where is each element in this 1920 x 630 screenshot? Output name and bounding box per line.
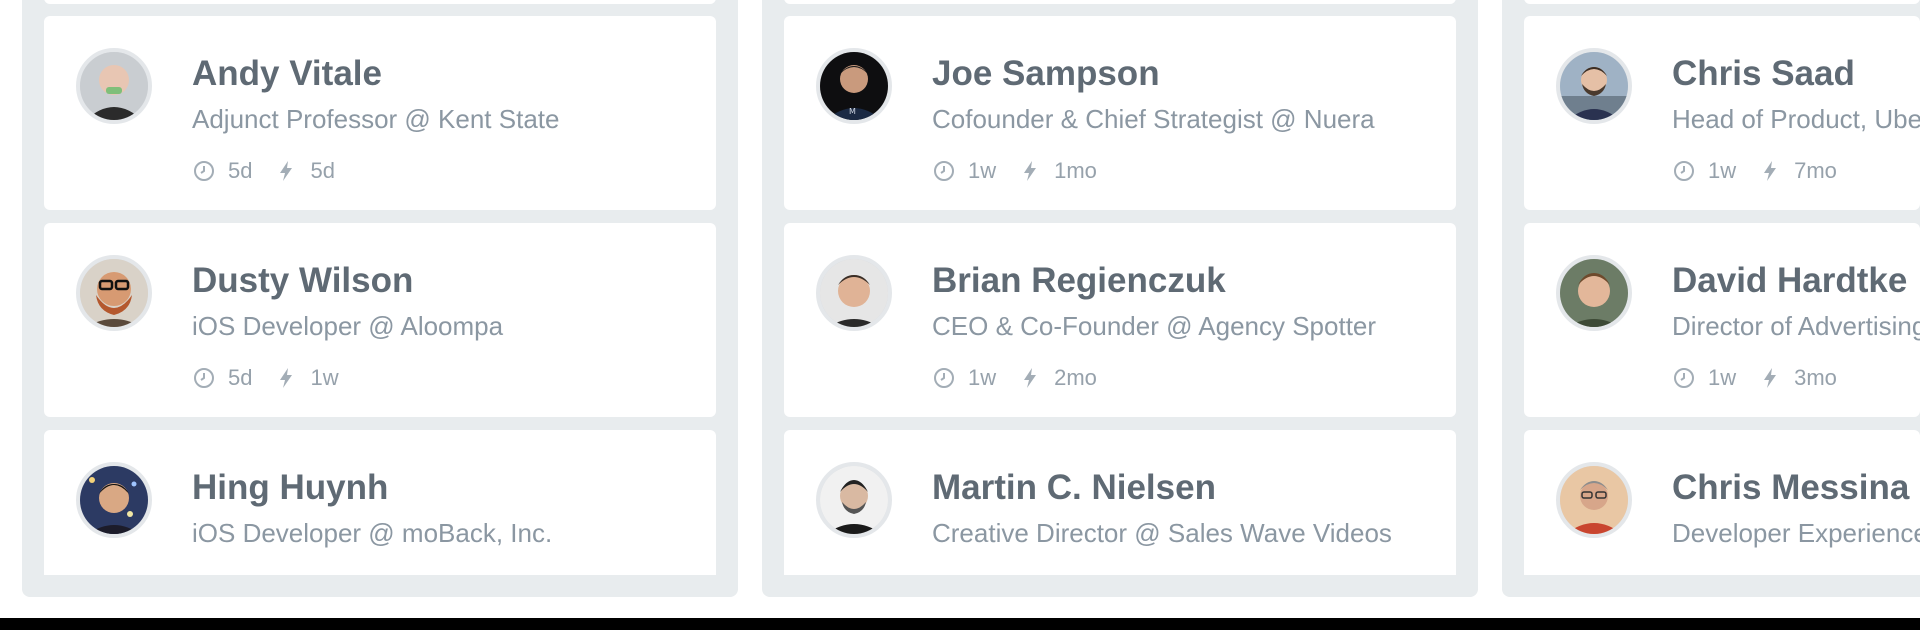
contact-title: Adjunct Professor @ Kent State	[192, 104, 560, 134]
avatar[interactable]	[76, 462, 152, 538]
last-contact-time: 1w	[968, 158, 997, 183]
contact-name[interactable]: Chris Messina	[1672, 468, 1909, 508]
contact-meta: 5d 1w	[192, 361, 361, 395]
last-activity-time: 1w	[310, 365, 339, 390]
bolt-icon	[274, 366, 298, 390]
clock-icon	[932, 366, 956, 390]
contact-title: Developer Experience	[1672, 518, 1920, 548]
last-activity-time: 5d	[310, 158, 335, 183]
contact-card[interactable]: Dusty Wilson iOS Developer @ Aloompa 5d …	[44, 223, 716, 417]
contact-meta: 1w 2mo	[932, 361, 1119, 395]
bottom-bar	[0, 618, 1920, 630]
svg-text:M: M	[849, 107, 856, 116]
card-partial-top[interactable]	[784, 0, 1456, 4]
contact-title: Cofounder & Chief Strategist @ Nuera	[932, 104, 1375, 134]
avatar[interactable]	[1556, 255, 1632, 331]
last-contact-time: 1w	[1708, 158, 1737, 183]
clock-icon	[192, 366, 216, 390]
last-activity-time: 1mo	[1054, 572, 1097, 575]
last-contact-time: 1w	[228, 572, 256, 575]
last-contact-time: 1w	[1708, 572, 1736, 575]
contact-title: Creative Director @ Sales Wave Videos	[932, 518, 1392, 548]
card-partial-top[interactable]	[44, 0, 716, 4]
contact-name[interactable]: Martin C. Nielsen	[932, 468, 1216, 508]
clock-icon	[1672, 573, 1696, 575]
clock-icon	[932, 573, 956, 575]
clock-icon	[1672, 366, 1696, 390]
contact-card[interactable]: Martin C. Nielsen Creative Director @ Sa…	[784, 430, 1456, 575]
contact-title: CEO & Co-Founder @ Agency Spotter	[932, 311, 1377, 341]
contact-meta: 5d 5d	[192, 154, 357, 188]
contact-meta: 1w 1mo	[932, 154, 1119, 188]
contact-meta: 1w 3mo	[1672, 361, 1859, 395]
avatar[interactable]	[1556, 48, 1632, 124]
bolt-icon	[1018, 573, 1042, 575]
contact-name[interactable]: Brian Regienczuk	[932, 261, 1226, 301]
bolt-icon	[1758, 573, 1782, 575]
avatar[interactable]: M	[816, 48, 892, 124]
contact-card[interactable]: Chris Messina Developer Experience 1w 7m…	[1524, 430, 1920, 575]
last-activity-time: 3mo	[1794, 365, 1837, 390]
bolt-icon	[274, 159, 298, 183]
contact-name[interactable]: Andy Vitale	[192, 54, 382, 94]
bolt-icon	[278, 573, 302, 575]
column-3-list[interactable]: Chris Saad Head of Product, Uber 1w 7mo …	[1524, 0, 1920, 575]
contact-meta: 1w 1w	[192, 568, 364, 575]
contact-name[interactable]: Hing Huynh	[192, 468, 388, 508]
clock-icon	[192, 573, 216, 575]
avatar[interactable]	[816, 462, 892, 538]
last-activity-time: 1mo	[1054, 158, 1097, 183]
column-2-list[interactable]: M Joe Sampson Cofounder & Chief Strategi…	[784, 0, 1456, 575]
bolt-icon	[1758, 159, 1782, 183]
last-contact-time: 5d	[228, 365, 253, 390]
column-3: Chris Saad Head of Product, Uber 1w 7mo …	[1502, 0, 1920, 597]
contact-meta: 1w 7mo	[1672, 154, 1859, 188]
contact-title: iOS Developer @ Aloompa	[192, 311, 504, 341]
last-contact-time: 1w	[968, 365, 997, 390]
last-activity-time: 2mo	[1054, 365, 1097, 390]
contact-card[interactable]: David Hardtke Director of Advertising 1w…	[1524, 223, 1920, 417]
contact-name[interactable]: David Hardtke	[1672, 261, 1907, 301]
contact-card[interactable]: Hing Huynh iOS Developer @ moBack, Inc. …	[44, 430, 716, 575]
avatar[interactable]	[816, 255, 892, 331]
column-1: Andy Vitale Adjunct Professor @ Kent Sta…	[22, 0, 738, 597]
contact-card[interactable]: Brian Regienczuk CEO & Co-Founder @ Agen…	[784, 223, 1456, 417]
avatar[interactable]	[76, 48, 152, 124]
bolt-icon	[1018, 159, 1042, 183]
bolt-icon	[1018, 366, 1042, 390]
column-2: M Joe Sampson Cofounder & Chief Strategi…	[762, 0, 1478, 597]
last-contact-time: 5d	[228, 158, 253, 183]
last-contact-time: 1w	[968, 572, 996, 575]
clock-icon	[192, 159, 216, 183]
last-contact-time: 1w	[1708, 365, 1737, 390]
avatar[interactable]	[76, 255, 152, 331]
contact-name[interactable]: Chris Saad	[1672, 54, 1855, 94]
clock-icon	[1672, 159, 1696, 183]
clock-icon	[932, 159, 956, 183]
last-activity-time: 7mo	[1794, 572, 1837, 575]
contact-meta: 1w 1mo	[932, 568, 1119, 575]
contact-name[interactable]: Joe Sampson	[932, 54, 1160, 94]
card-partial-top[interactable]	[1524, 0, 1920, 4]
contact-meta: 1w 7mo	[1672, 568, 1859, 575]
last-activity-time: 7mo	[1794, 158, 1837, 183]
contact-title: Director of Advertising	[1672, 311, 1920, 341]
bolt-icon	[1758, 366, 1782, 390]
contact-card[interactable]: M Joe Sampson Cofounder & Chief Strategi…	[784, 16, 1456, 210]
column-1-list[interactable]: Andy Vitale Adjunct Professor @ Kent Sta…	[44, 0, 716, 575]
contact-card[interactable]: Andy Vitale Adjunct Professor @ Kent Sta…	[44, 16, 716, 210]
avatar[interactable]	[1556, 462, 1632, 538]
last-activity-time: 1w	[314, 572, 342, 575]
contact-card[interactable]: Chris Saad Head of Product, Uber 1w 7mo	[1524, 16, 1920, 210]
contact-title: iOS Developer @ moBack, Inc.	[192, 518, 553, 548]
contact-name[interactable]: Dusty Wilson	[192, 261, 413, 301]
contact-title: Head of Product, Uber	[1672, 104, 1920, 134]
